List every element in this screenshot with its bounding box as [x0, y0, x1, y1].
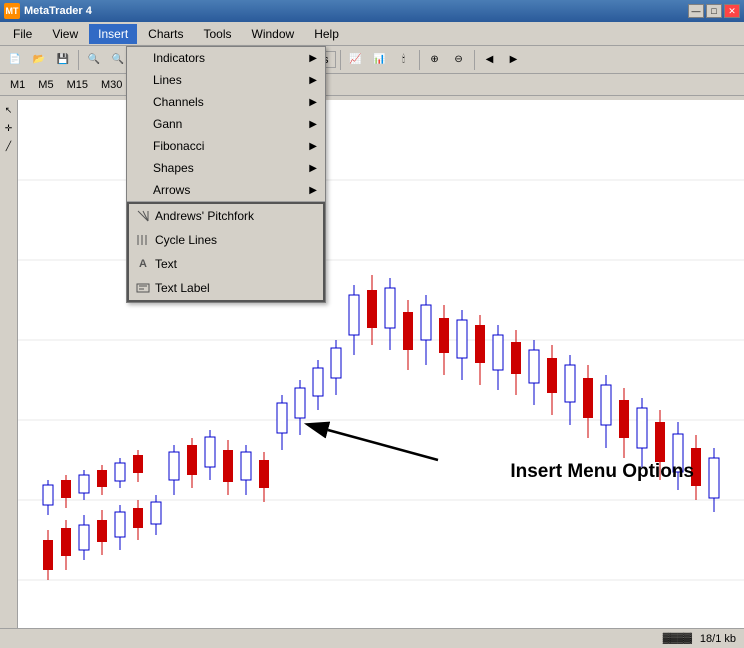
indicators-icon — [133, 50, 149, 66]
toolbar-sep6 — [474, 50, 475, 70]
tf-m5[interactable]: M5 — [32, 77, 59, 93]
menu-tools[interactable]: Tools — [195, 24, 241, 44]
title-bar-controls: — □ ✕ — [688, 4, 740, 18]
andrews-pitchfork-item[interactable]: Andrews' Pitchfork — [129, 204, 323, 228]
fibonacci-icon — [133, 138, 149, 154]
insert-submenu-box: Andrews' Pitchfork Cycle Lines A Text — [127, 202, 325, 302]
shapes-arrow-icon: ▶ — [309, 163, 317, 174]
gann-arrow-icon: ▶ — [309, 119, 317, 130]
text-label-item[interactable]: Text Label — [129, 276, 323, 300]
open-button[interactable]: 📂 — [28, 49, 50, 71]
gann-icon — [133, 116, 149, 132]
lines-icon — [133, 72, 149, 88]
close-button[interactable]: ✕ — [724, 4, 740, 18]
menu-charts[interactable]: Charts — [139, 24, 192, 44]
zoom-in2-button[interactable]: ⊕ — [424, 49, 446, 71]
line-tool[interactable]: ╱ — [1, 138, 17, 154]
maximize-button[interactable]: □ — [706, 4, 722, 18]
text-icon: A — [135, 256, 151, 272]
lines-menu-item[interactable]: Lines ▶ — [127, 69, 325, 91]
text-label-icon — [135, 280, 151, 296]
minimize-button[interactable]: — — [688, 4, 704, 18]
line-chart-button[interactable]: 📈 — [345, 49, 367, 71]
text-item[interactable]: A Text — [129, 252, 323, 276]
app-icon: MT — [4, 3, 20, 19]
tools-sidebar: ↖ ✛ ╱ — [0, 100, 18, 628]
title-bar-left: MT MetaTrader 4 — [4, 3, 92, 19]
shapes-menu-item[interactable]: Shapes ▶ — [127, 157, 325, 179]
toolbar-sep4 — [340, 50, 341, 70]
cursor-tool[interactable]: ↖ — [1, 102, 17, 118]
bar-chart-button[interactable]: 📊 — [369, 49, 391, 71]
status-info: 18/1 kb — [700, 633, 736, 645]
status-bar: ▓▓▓▓ 18/1 kb — [0, 628, 744, 648]
save-button[interactable]: 💾 — [52, 49, 74, 71]
fibonacci-arrow-icon: ▶ — [309, 141, 317, 152]
main-toolbar: 📄 📂 💾 🔍 🔍 ⬆ New Order 🤖 Expert Advisors … — [0, 46, 744, 74]
menu-file[interactable]: File — [4, 24, 41, 44]
menu-window[interactable]: Window — [243, 24, 304, 44]
crosshair-tool[interactable]: ✛ — [1, 120, 17, 136]
tf-m1[interactable]: M1 — [4, 77, 31, 93]
arrows-icon — [133, 182, 149, 198]
cycle-lines-icon — [135, 232, 151, 248]
tf-m15[interactable]: M15 — [61, 77, 94, 93]
channels-icon — [133, 94, 149, 110]
gann-menu-item[interactable]: Gann ▶ — [127, 113, 325, 135]
new-chart-button[interactable]: 📄 — [4, 49, 26, 71]
timeframe-bar: M1 M5 M15 M30 H1 H4 D1 W1 MN — [0, 74, 744, 96]
toolbar-sep1 — [78, 50, 79, 70]
arrows-arrow-icon: ▶ — [309, 185, 317, 196]
indicators-arrow-icon: ▶ — [309, 53, 317, 64]
lines-arrow-icon: ▶ — [309, 75, 317, 86]
channels-arrow-icon: ▶ — [309, 97, 317, 108]
menu-view[interactable]: View — [43, 24, 87, 44]
menu-help[interactable]: Help — [305, 24, 348, 44]
insert-dropdown-menu: Indicators ▶ Lines ▶ Channels ▶ Gann ▶ F… — [126, 46, 326, 303]
cycle-lines-item[interactable]: Cycle Lines — [129, 228, 323, 252]
zoom-out2-button[interactable]: ⊖ — [448, 49, 470, 71]
pitchfork-icon — [135, 208, 151, 224]
title-bar: MT MetaTrader 4 — □ ✕ — [0, 0, 744, 22]
arrows-menu-item[interactable]: Arrows ▶ — [127, 179, 325, 201]
channels-menu-item[interactable]: Channels ▶ — [127, 91, 325, 113]
toolbar-sep5 — [419, 50, 420, 70]
candle-chart-button[interactable]: 🕯 — [393, 49, 415, 71]
window-title: MetaTrader 4 — [24, 5, 92, 17]
menu-bar: File View Insert Charts Tools Window Hel… — [0, 22, 744, 46]
menu-insert[interactable]: Insert — [89, 24, 137, 44]
tf-m30[interactable]: M30 — [95, 77, 128, 93]
scroll-left-button[interactable]: ◀ — [479, 49, 501, 71]
fibonacci-menu-item[interactable]: Fibonacci ▶ — [127, 135, 325, 157]
indicators-menu-item[interactable]: Indicators ▶ — [127, 47, 325, 69]
scroll-right-button[interactable]: ▶ — [503, 49, 525, 71]
scroll-indicator-icon: ▓▓▓▓ — [663, 633, 692, 644]
insert-menu-section1: Indicators ▶ Lines ▶ Channels ▶ Gann ▶ F… — [127, 47, 325, 202]
shapes-icon — [133, 160, 149, 176]
zoom-in-button[interactable]: 🔍 — [83, 49, 105, 71]
